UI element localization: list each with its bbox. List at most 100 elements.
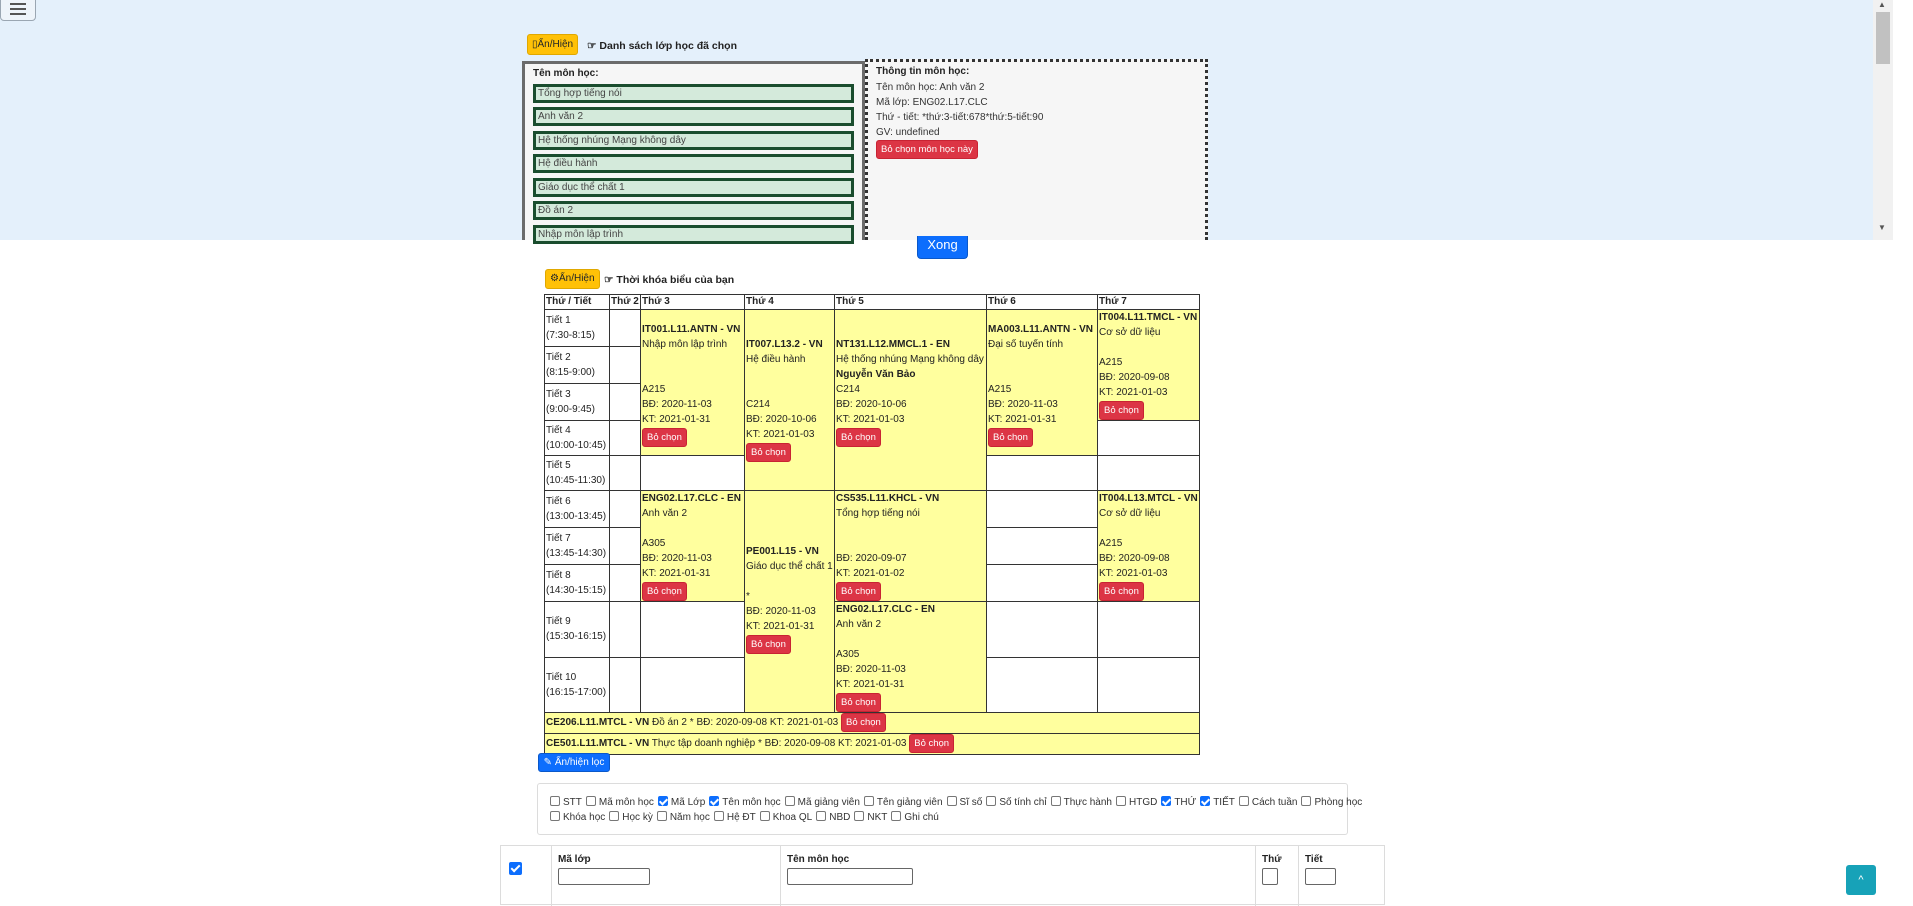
filter-option[interactable]: Sĩ số bbox=[946, 796, 982, 808]
filter-option[interactable]: HTGD bbox=[1115, 796, 1157, 808]
class-name: Giáo dục thể chất 1 bbox=[746, 561, 833, 572]
subject-item[interactable]: Đồ án 2 bbox=[533, 201, 854, 220]
subject-filter-input[interactable] bbox=[787, 868, 913, 885]
subject-item[interactable]: Tổng hợp tiếng nói bbox=[533, 84, 854, 103]
filter-option[interactable]: NBD bbox=[816, 811, 850, 823]
subject-item[interactable]: Hệ thống nhúng Mạng không dây bbox=[533, 131, 854, 150]
panel-scrollbar[interactable]: ▲ ▼ bbox=[1873, 0, 1893, 240]
remove-class-button[interactable]: Bỏ chọn bbox=[746, 443, 791, 462]
remove-subject-button[interactable]: Bỏ chọn môn học này bbox=[876, 140, 978, 159]
remove-class-button[interactable]: Bỏ chọn bbox=[836, 693, 881, 712]
filter-checkbox[interactable] bbox=[585, 796, 596, 806]
filter-checkbox[interactable] bbox=[713, 811, 724, 821]
remove-class-button[interactable]: Bỏ chọn bbox=[1099, 582, 1144, 601]
filter-checkbox[interactable] bbox=[656, 811, 667, 821]
filter-checkbox[interactable] bbox=[1238, 796, 1249, 806]
remove-class-button[interactable]: Bỏ chọn bbox=[642, 428, 687, 447]
remove-class-button[interactable]: Bỏ chọn bbox=[1099, 401, 1144, 420]
class-code: CS535.L11.KHCL - VN bbox=[836, 493, 940, 504]
remove-class-button[interactable]: Bỏ chọn bbox=[836, 428, 881, 447]
remove-class-button[interactable]: Bỏ chọn bbox=[988, 428, 1033, 447]
filter-checkbox[interactable] bbox=[891, 811, 902, 821]
filter-option[interactable]: Cách tuần bbox=[1238, 796, 1297, 808]
filter-option[interactable]: STT bbox=[550, 796, 582, 808]
select-all-checkbox[interactable] bbox=[509, 862, 522, 875]
filter-checkbox[interactable] bbox=[1161, 796, 1172, 806]
filter-checkbox[interactable] bbox=[784, 796, 795, 806]
toggle-filter-button[interactable]: ✎ Ẩn/hiện lọc bbox=[538, 753, 610, 772]
info-schedule: Thứ - tiết: *thứ:3-tiết:678*thứ:5-tiết:9… bbox=[876, 112, 1044, 123]
remove-class-button[interactable]: Bỏ chọn bbox=[836, 582, 881, 601]
class-code-filter-input[interactable] bbox=[558, 868, 650, 885]
period-name: Tiết 7 bbox=[546, 533, 571, 544]
class-end-date: KT: 2021-01-31 bbox=[642, 568, 711, 579]
filter-option[interactable]: Số tính chỉ bbox=[986, 796, 1047, 808]
filter-option[interactable]: THỨ bbox=[1161, 796, 1196, 808]
filter-option[interactable]: Ghi chú bbox=[891, 811, 939, 823]
filter-option[interactable]: Phòng học bbox=[1301, 796, 1362, 808]
filter-checkbox[interactable] bbox=[759, 811, 770, 821]
remove-class-button[interactable]: Bỏ chọn bbox=[642, 582, 687, 601]
filter-option-label: NKT bbox=[867, 812, 888, 823]
toggle-selected-list-button[interactable]: ▯Ẩn/Hiện bbox=[527, 34, 579, 55]
filter-checkbox[interactable] bbox=[946, 796, 957, 806]
period-cell: Tiết 5 (10:45-11:30) bbox=[544, 455, 610, 491]
filter-checkbox[interactable] bbox=[816, 811, 827, 821]
class-code: NT131.L12.MMCL.1 - EN bbox=[836, 339, 950, 350]
toggle-filter-label: Ẩn/hiện lọc bbox=[554, 757, 605, 768]
filter-checkbox[interactable] bbox=[986, 796, 997, 806]
filter-option[interactable]: TIẾT bbox=[1200, 796, 1235, 808]
filter-option[interactable]: NKT bbox=[854, 811, 888, 823]
filter-option[interactable]: Mã Lớp bbox=[657, 796, 705, 808]
period-time: (10:00-10:45) bbox=[546, 440, 607, 451]
period-cell: Tiết 10 (16:15-17:00) bbox=[544, 656, 610, 713]
gear-icon: ⚙ bbox=[550, 273, 559, 284]
class-code: CE501.L11.MTCL - VN bbox=[546, 738, 650, 749]
scroll-to-top-button[interactable]: ^ bbox=[1846, 865, 1876, 895]
filter-option[interactable]: Tên giảng viên bbox=[863, 796, 943, 808]
filter-option-label: Mã môn học bbox=[598, 797, 654, 808]
day-filter-input[interactable] bbox=[1262, 868, 1278, 885]
remove-class-button[interactable]: Bỏ chọn bbox=[840, 713, 886, 732]
scroll-up-arrow-icon[interactable]: ▲ bbox=[1878, 0, 1886, 9]
subject-item[interactable]: Nhập môn lập trình bbox=[533, 225, 854, 244]
subject-item[interactable]: Anh văn 2 bbox=[533, 107, 854, 126]
toggle-schedule-button[interactable]: ⚙Ẩn/Hiện bbox=[545, 269, 600, 289]
class-start-date: BĐ: 2020-11-03 bbox=[642, 553, 712, 564]
remove-class-button[interactable]: Bỏ chọn bbox=[746, 635, 791, 654]
filter-option[interactable]: Mã môn học bbox=[585, 796, 654, 808]
header-sat: Thứ 7 bbox=[1097, 294, 1200, 310]
filter-option[interactable]: Thực hành bbox=[1050, 796, 1112, 808]
filter-checkbox[interactable] bbox=[1301, 796, 1312, 806]
menu-toggle-button[interactable] bbox=[0, 0, 36, 21]
remove-class-button[interactable]: Bỏ chọn bbox=[909, 734, 955, 753]
filter-option[interactable]: Mã giảng viên bbox=[784, 796, 860, 808]
scroll-down-arrow-icon[interactable]: ▼ bbox=[1878, 223, 1886, 232]
period-filter-input[interactable] bbox=[1305, 868, 1336, 885]
done-button[interactable]: Xong bbox=[917, 236, 968, 259]
subject-item[interactable]: Giáo dục thể chất 1 bbox=[533, 178, 854, 197]
filter-option[interactable]: Tên môn học bbox=[709, 796, 781, 808]
period-time: (13:00-13:45) bbox=[546, 511, 607, 522]
schedule-title-text: Thời khóa biểu của bạn bbox=[616, 274, 735, 286]
filter-checkbox[interactable] bbox=[1050, 796, 1061, 806]
filter-checkbox[interactable] bbox=[854, 811, 865, 821]
filter-checkbox[interactable] bbox=[1115, 796, 1126, 806]
filter-option[interactable]: Khóa học bbox=[550, 811, 605, 823]
filter-option[interactable]: Học kỳ bbox=[609, 811, 653, 823]
class-code: ENG02.L17.CLC - EN bbox=[836, 604, 935, 615]
class-end-date: KT: 2021-01-02 bbox=[836, 568, 905, 579]
filter-checkbox[interactable] bbox=[550, 811, 560, 821]
filter-checkbox[interactable] bbox=[550, 796, 560, 806]
filter-option[interactable]: Năm học bbox=[656, 811, 710, 823]
filter-option[interactable]: Hệ ĐT bbox=[713, 811, 756, 823]
scrollbar-thumb[interactable] bbox=[1876, 12, 1890, 64]
filter-checkbox[interactable] bbox=[657, 796, 668, 806]
subject-item[interactable]: Hệ điều hành bbox=[533, 154, 854, 173]
filter-checkbox[interactable] bbox=[709, 796, 720, 806]
filter-option[interactable]: Khoa QL bbox=[759, 811, 812, 823]
class-code: IT004.L13.MTCL - VN bbox=[1099, 493, 1198, 504]
filter-checkbox[interactable] bbox=[609, 811, 620, 821]
filter-checkbox[interactable] bbox=[863, 796, 874, 806]
filter-checkbox[interactable] bbox=[1200, 796, 1211, 806]
